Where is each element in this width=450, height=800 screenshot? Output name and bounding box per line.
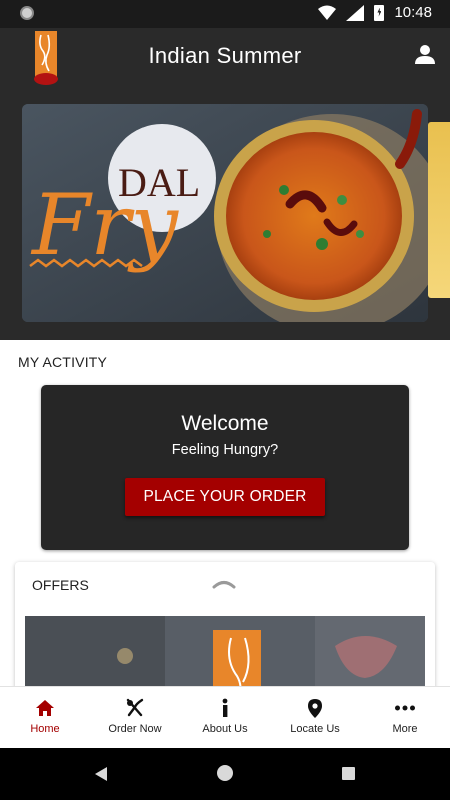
nav-order-now[interactable]: Order Now: [90, 687, 180, 748]
nav-order-now-label: Order Now: [108, 723, 162, 735]
nav-home[interactable]: Home: [0, 687, 90, 748]
notification-icon: [20, 6, 34, 20]
welcome-subtitle: Feeling Hungry?: [171, 442, 279, 458]
welcome-card: Welcome Feeling Hungry? PLACE YOUR ORDER: [41, 385, 409, 550]
recent-apps-icon[interactable]: [342, 767, 355, 780]
status-time: 10:48: [394, 4, 432, 21]
bottom-navigation: Home Order Now About Us Locate Us More: [0, 686, 450, 748]
chevron-up-icon[interactable]: [212, 576, 236, 590]
banner-next-slide[interactable]: [428, 122, 450, 298]
offer-image[interactable]: [25, 616, 425, 686]
more-dots-icon: [395, 705, 415, 711]
banner-carousel: DAL Fry: [0, 86, 450, 340]
status-icons: 10:48: [318, 4, 432, 21]
offers-card: OFFERS: [15, 562, 435, 686]
signal-icon: [346, 4, 365, 21]
cutlery-icon: [126, 698, 144, 717]
my-activity-heading: MY ACTIVITY: [18, 354, 108, 370]
home-button-icon[interactable]: [217, 765, 233, 781]
system-navigation-bar: [0, 748, 450, 800]
banner-headline-main: Fry: [30, 176, 179, 274]
offers-heading: OFFERS: [32, 577, 89, 593]
banner-slide[interactable]: DAL Fry: [22, 104, 428, 322]
welcome-title: Welcome: [181, 412, 269, 435]
nav-about-us[interactable]: About Us: [180, 687, 270, 748]
location-pin-icon: [308, 699, 322, 718]
app-title: Indian Summer: [148, 43, 302, 68]
wifi-icon: [318, 5, 337, 20]
dal-fry-banner-image: DAL Fry: [22, 104, 428, 322]
home-icon: [36, 700, 54, 716]
place-order-button[interactable]: PLACE YOUR ORDER: [125, 478, 325, 516]
app-bar: Indian Summer: [0, 28, 450, 86]
back-icon[interactable]: [93, 766, 109, 782]
nav-home-label: Home: [30, 723, 60, 735]
status-bar: 10:48: [0, 0, 450, 28]
nav-locate-us[interactable]: Locate Us: [270, 687, 360, 748]
home-content: MY ACTIVITY Welcome Feeling Hungry? PLAC…: [0, 340, 450, 686]
nav-more-label: More: [392, 723, 418, 735]
nav-locate-us-label: Locate Us: [290, 723, 340, 735]
battery-charging-icon: [374, 4, 385, 21]
nav-about-us-label: About Us: [202, 723, 248, 735]
info-icon: [222, 698, 228, 717]
account-icon[interactable]: [414, 43, 436, 65]
nav-more[interactable]: More: [360, 687, 450, 748]
